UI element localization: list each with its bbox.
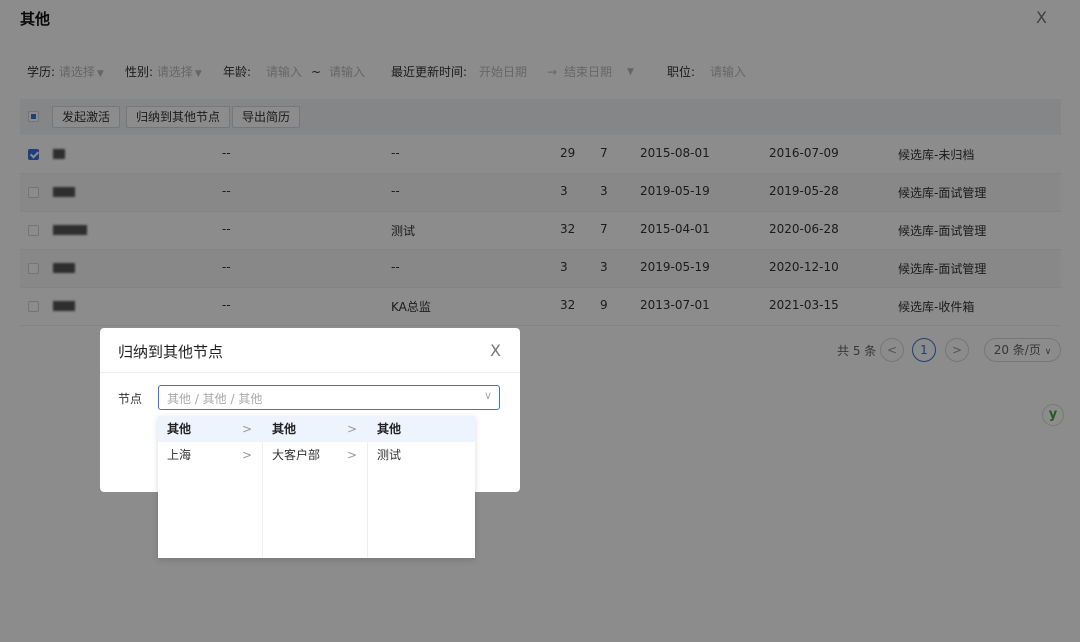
- option-label: 上海: [167, 448, 192, 462]
- node-label: 节点: [118, 392, 143, 406]
- option-label: 大客户部: [272, 448, 321, 462]
- cascader-column: 其他 测试: [368, 416, 475, 558]
- chevron-right-icon: >: [241, 448, 252, 462]
- cascader-column: 其他 > 上海 >: [158, 416, 263, 558]
- node-cascader[interactable]: 其他 / 其他 / 其他 ∨: [158, 385, 500, 410]
- cascader-column: 其他 > 大客户部 >: [263, 416, 368, 558]
- cascader-option[interactable]: 其他 >: [158, 416, 263, 442]
- chevron-right-icon: >: [346, 448, 357, 462]
- chevron-down-icon: ∨: [483, 389, 492, 402]
- option-label: 其他: [272, 422, 297, 436]
- cascader-option[interactable]: 测试: [368, 442, 475, 468]
- option-label: 其他: [167, 422, 192, 436]
- cascader-placeholder: 其他 / 其他 / 其他: [167, 392, 263, 406]
- chevron-right-icon: >: [241, 422, 252, 436]
- chevron-right-icon: >: [346, 422, 357, 436]
- dialog-title: 归纳到其他节点: [118, 343, 224, 361]
- cascader-option[interactable]: 大客户部 >: [263, 442, 368, 468]
- cascader-option[interactable]: 其他 >: [263, 416, 368, 442]
- cascader-option[interactable]: 其他: [368, 416, 475, 442]
- dialog-close-icon[interactable]: X: [490, 341, 501, 360]
- option-label: 其他: [377, 422, 402, 436]
- cascader-option[interactable]: 上海 >: [158, 442, 263, 468]
- option-label: 测试: [377, 448, 402, 462]
- cascader-dropdown: 其他 > 上海 > 其他 > 大客户部 > 其他 测试: [158, 416, 475, 558]
- divider: [100, 372, 520, 373]
